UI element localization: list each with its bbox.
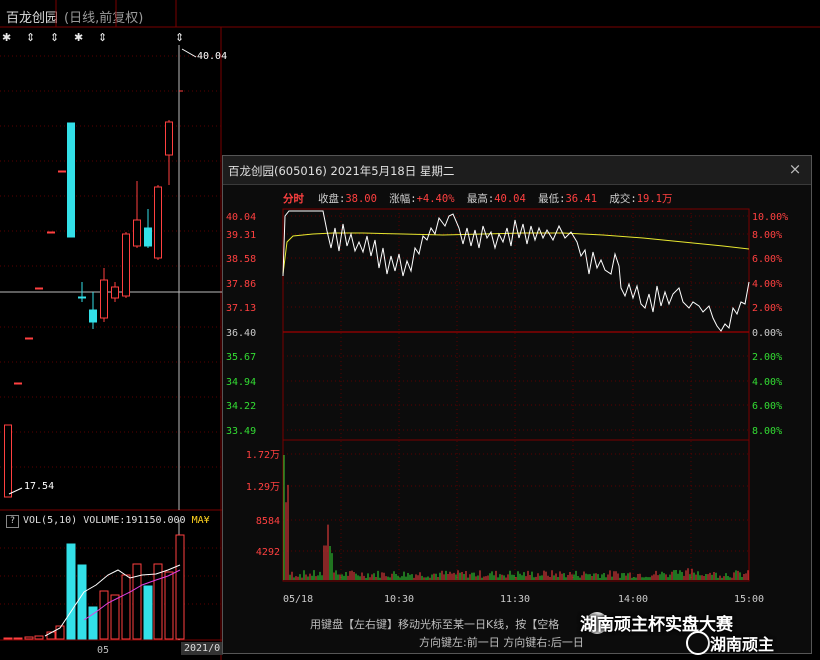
- time-tick-label: 14:00: [618, 594, 648, 605]
- event-markers[interactable]: ✱ ⇕ ⇕ ✱ ⇕: [2, 31, 122, 44]
- x-axis-label: 05: [97, 645, 110, 656]
- intraday-grid: [283, 209, 749, 581]
- intraday-popup[interactable]: 百龙创园(605016) 2021年5月18日 星期二 × 分时 收盘:38.00…: [222, 155, 812, 654]
- intraday-chart[interactable]: 40.04 39.31 38.58 37.86 37.13 36.40 35.67 34.94…: [223, 156, 811, 653]
- time-tick-label: 11:30: [500, 594, 530, 605]
- date-chip: 2021/0: [181, 642, 224, 655]
- price-tick-label: 37.86: [226, 279, 256, 290]
- price-tick-label: 34.94: [226, 377, 256, 388]
- candle-body: [144, 227, 152, 247]
- watermark-line-2: 湖南顽主: [710, 635, 775, 654]
- ma-label: MA¥: [191, 515, 210, 526]
- price-tick-label: 37.13: [226, 303, 256, 314]
- candle-body: [58, 170, 66, 173]
- candle-body: [4, 424, 12, 498]
- avg-price-line: [282, 232, 750, 275]
- candle-body: [78, 296, 86, 299]
- marker-2[interactable]: ⇕: [26, 31, 50, 44]
- volume-header: ? VOL(5,10) VOLUME:191150.000 MA¥: [6, 515, 210, 528]
- candle-body: [25, 337, 33, 340]
- candle-body: [35, 287, 43, 290]
- volume-bar: [153, 563, 163, 640]
- price-tick-label: 35.67: [226, 352, 256, 363]
- pct-tick-label: 8.00%: [752, 230, 782, 241]
- candle-body: [165, 121, 173, 156]
- price-tick-label: 36.40: [226, 328, 256, 339]
- candle-body: [47, 231, 55, 234]
- marker-3[interactable]: ⇕: [50, 31, 74, 44]
- volume-bar: [3, 637, 13, 640]
- price-tick-label: 40.04: [226, 212, 256, 223]
- time-tick-label: 10:30: [384, 594, 414, 605]
- time-tick-label: 05/18: [283, 594, 313, 605]
- volume-bar: [175, 534, 185, 640]
- price-line: [282, 210, 750, 332]
- pct-tick-label: 8.00%: [752, 426, 782, 437]
- pct-tick-label: 2.00%: [752, 352, 782, 363]
- volume-bar: [77, 564, 87, 640]
- volume-bar: [143, 585, 153, 640]
- low-price-label: 17.54: [24, 481, 55, 492]
- volume-bar: [66, 543, 76, 640]
- pct-tick-label: 6.00%: [752, 401, 782, 412]
- pct-tick-label: 10.00%: [752, 212, 788, 223]
- pct-tick-label: 4.00%: [752, 279, 782, 290]
- volume-bar: [34, 635, 44, 640]
- help-button[interactable]: ?: [6, 515, 19, 528]
- price-tick-label: 34.22: [226, 401, 256, 412]
- intraday-volume-bars: [283, 455, 749, 580]
- volume-bar: [24, 636, 34, 640]
- candle-body: [14, 382, 22, 385]
- volume-bar: [99, 590, 109, 640]
- price-tick-label: 39.31: [226, 230, 256, 241]
- volume-tick-label: 4292: [256, 547, 280, 558]
- marker-4[interactable]: ✱: [74, 31, 98, 44]
- time-tick-label: 15:00: [734, 594, 764, 605]
- volume-bar: [110, 594, 120, 640]
- volume-tick-label: 1.29万: [246, 482, 280, 493]
- price-axis-left: 40.04 39.31 38.58 37.86 37.13 36.40 35.67 34.94…: [226, 212, 256, 437]
- hint-text-1: 用键盘【左右键】移动光标至某一日K线，按【空格: [310, 618, 560, 631]
- volume-tick-label: 8584: [256, 516, 280, 527]
- candles-group: [4, 90, 183, 498]
- marker-1[interactable]: ✱: [2, 31, 26, 44]
- volume-tick-label: 1.72万: [246, 450, 280, 461]
- candle-body: [100, 279, 108, 319]
- pct-tick-label: 4.00%: [752, 377, 782, 388]
- candle-body: [154, 186, 162, 259]
- volume-bar: [13, 637, 23, 640]
- candle-body: [67, 122, 75, 238]
- price-tick-label: 38.58: [226, 254, 256, 265]
- weibo-icon: [686, 631, 710, 655]
- volume-value: VOLUME:191150.000: [83, 515, 186, 526]
- pct-tick-label: 6.00%: [752, 254, 782, 265]
- hint-line-2: 方向键左:前一日 方向键右:后一日: [419, 636, 584, 649]
- hint-line-1: 用键盘【左右键】移动光标至某一日K线，按【空格直: [310, 616, 600, 632]
- pct-axis-right: 10.00% 8.00% 6.00% 4.00% 2.00% 0.00% 2.00% 4.00…: [752, 212, 788, 437]
- volume-bar: [121, 574, 131, 640]
- vol-indicator-name[interactable]: VOL(5,10): [23, 515, 77, 526]
- pct-tick-label: 0.00%: [752, 328, 782, 339]
- price-tick-label: 33.49: [226, 426, 256, 437]
- time-axis: 05/18 10:30 11:30 14:00 15:00: [283, 594, 764, 605]
- candle-body: [89, 309, 97, 323]
- volume-bars-group: [3, 534, 185, 640]
- high-price-label: 40.04: [197, 51, 228, 62]
- marker-top[interactable]: ⇕: [175, 31, 184, 44]
- candle-body: [111, 286, 119, 299]
- volume-axis: 1.72万 1.29万 8584 4292: [246, 450, 280, 558]
- pct-tick-label: 2.00%: [752, 303, 782, 314]
- candle-body: [133, 219, 141, 247]
- volume-bar: [164, 571, 174, 640]
- candle-body: [122, 233, 130, 297]
- marker-5[interactable]: ⇕: [98, 31, 122, 44]
